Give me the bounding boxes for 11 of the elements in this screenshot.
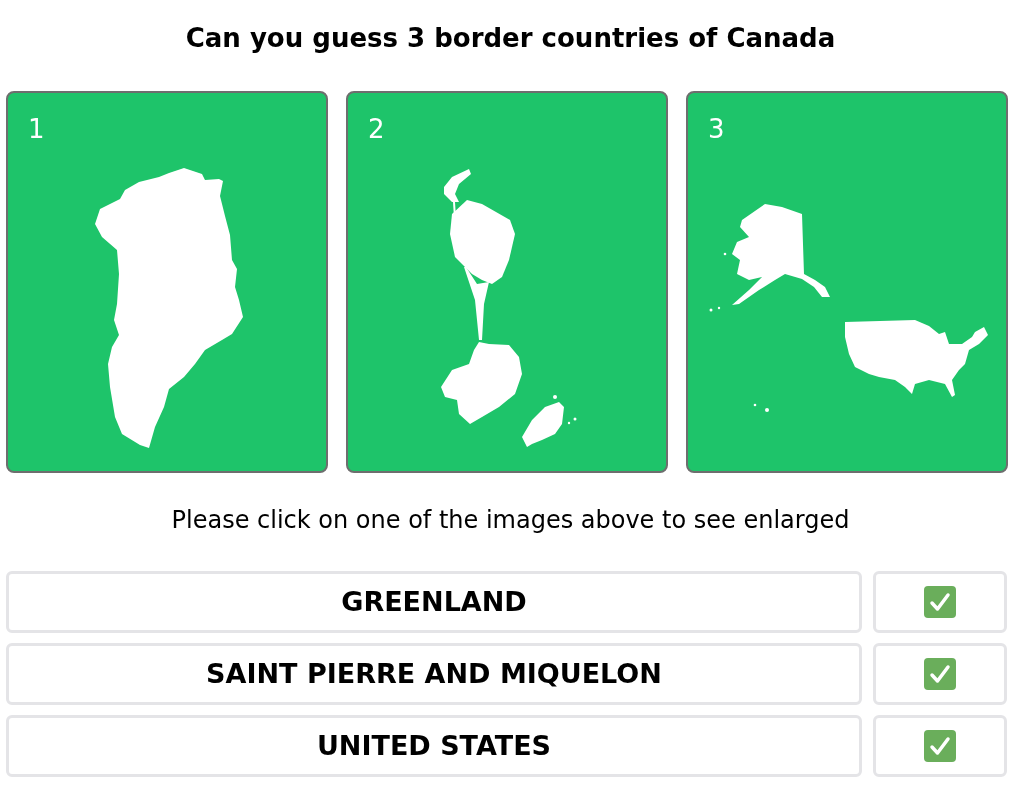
map-card[interactable]: 3 xyxy=(686,91,1008,473)
instruction-text: Please click on one of the images above to see enlarged xyxy=(171,505,850,536)
page-title: Can you guess 3 border countries of Canada xyxy=(185,22,836,55)
answer-box: UNITED STATES xyxy=(6,715,862,777)
card-number: 1 xyxy=(28,115,45,143)
map-card[interactable]: 2 xyxy=(346,91,668,473)
answer-box: SAINT PIERRE AND MIQUELON xyxy=(6,643,862,705)
map-card[interactable]: 1 xyxy=(6,91,328,473)
answer-box: GREENLAND xyxy=(6,571,862,633)
card-number: 3 xyxy=(708,115,725,143)
card-number: 2 xyxy=(368,115,385,143)
